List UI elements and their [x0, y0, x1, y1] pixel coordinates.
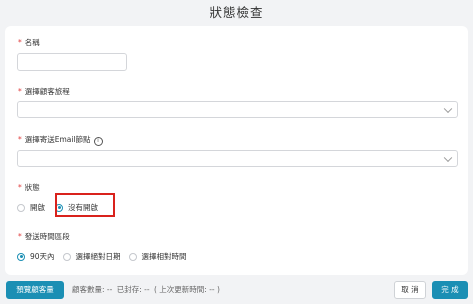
cancel-button[interactable]: 取 消: [394, 281, 426, 299]
radio-unchecked-icon: [62, 252, 71, 261]
dialog-title: 狀態檢查: [209, 5, 264, 20]
status-label: * 狀態: [18, 183, 40, 192]
customer-count-value: --: [106, 285, 113, 294]
email-node-label: * 選擇寄送Email節點 i: [18, 134, 103, 146]
preview-customers-button[interactable]: 預覽顧客量: [6, 281, 64, 299]
period-radio-group: 90天內 選擇絕對日期 選擇相對時間: [17, 251, 195, 262]
email-node-select[interactable]: [17, 150, 458, 167]
period-option-relative-time[interactable]: 選擇相對時間: [128, 251, 187, 262]
required-mark: *: [18, 87, 22, 96]
journey-label: * 選擇顧客旅程: [18, 87, 70, 96]
footer-bar: 預覽顧客量 顧客數量: -- 已封存: -- ( 上次更新時間: -- ) 取 …: [0, 279, 473, 304]
radio-unchecked-icon: [17, 203, 25, 212]
sealed-count-value: --: [144, 285, 150, 294]
period-option-90days[interactable]: 90天內: [17, 251, 55, 262]
status-option-on[interactable]: 開啟: [17, 202, 45, 213]
journey-select[interactable]: [17, 101, 458, 118]
done-button[interactable]: 完 成: [432, 281, 468, 299]
name-label: * 名稱: [18, 38, 40, 47]
required-mark: *: [18, 183, 22, 192]
period-label: * 發送時間區段: [18, 232, 70, 241]
info-circle-icon[interactable]: i: [93, 137, 103, 146]
chevron-down-icon: [443, 104, 453, 113]
form-panel: * 名稱 * 選擇顧客旅程 * 選擇寄送Email節點 i * 狀態 開啟 沒有開啟 * 發…: [5, 26, 468, 275]
radio-unchecked-icon: [128, 252, 137, 261]
last-update-text: ( 上次更新時間: -- ): [153, 285, 220, 294]
required-mark: *: [18, 38, 22, 47]
radio-checked-icon: [17, 252, 25, 261]
highlight-box: [55, 193, 115, 217]
customer-stats: 顧客數量: -- 已封存: -- ( 上次更新時間: -- ): [72, 285, 220, 294]
chevron-down-icon: [443, 153, 453, 162]
name-input[interactable]: [17, 53, 127, 71]
required-mark: *: [18, 232, 22, 241]
required-mark: *: [18, 135, 22, 144]
period-option-absolute-date[interactable]: 選擇絕對日期: [62, 251, 121, 262]
